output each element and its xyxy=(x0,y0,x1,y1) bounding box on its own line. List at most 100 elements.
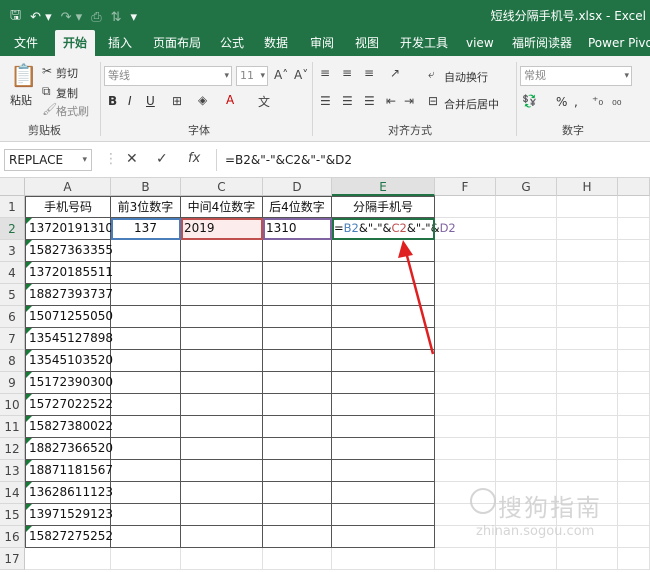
cell-e13[interactable] xyxy=(332,460,435,482)
empty-cell[interactable] xyxy=(435,438,496,460)
row-header[interactable]: 3 xyxy=(0,240,25,262)
cell-c16[interactable] xyxy=(181,526,263,548)
decrease-decimal-icon[interactable]: ₀₀ xyxy=(612,94,622,108)
empty-cell[interactable] xyxy=(618,416,650,438)
empty-cell[interactable] xyxy=(435,394,496,416)
empty-cell[interactable] xyxy=(618,460,650,482)
empty-cell[interactable] xyxy=(435,218,496,240)
cell-e5[interactable] xyxy=(332,284,435,306)
empty-cell[interactable] xyxy=(557,438,618,460)
empty-cell[interactable] xyxy=(435,460,496,482)
cell-d12[interactable] xyxy=(263,438,332,460)
cell-c2[interactable]: 2019 xyxy=(181,218,263,240)
number-format-select[interactable]: 常规 ▾ xyxy=(520,66,632,86)
column-header-i[interactable] xyxy=(618,178,650,196)
cancel-icon[interactable]: ✕ xyxy=(126,151,138,167)
empty-cell[interactable] xyxy=(557,284,618,306)
cell-c1[interactable]: 中间4位数字 xyxy=(181,196,263,218)
cell-c3[interactable] xyxy=(181,240,263,262)
paste-button[interactable]: 粘贴 xyxy=(10,92,32,108)
print-preview-icon[interactable]: ⎙ xyxy=(91,10,101,25)
empty-cell[interactable] xyxy=(435,284,496,306)
empty-cell[interactable] xyxy=(557,240,618,262)
cell-d5[interactable] xyxy=(263,284,332,306)
row-header[interactable]: 5 xyxy=(0,284,25,306)
cell-b9[interactable] xyxy=(111,372,181,394)
align-center-icon[interactable]: ☰ xyxy=(342,94,353,108)
empty-cell[interactable] xyxy=(496,306,557,328)
shrink-font-icon[interactable]: A˅ xyxy=(294,68,308,82)
row-header[interactable]: 17 xyxy=(0,548,25,570)
cell-a1[interactable]: 手机号码 xyxy=(25,196,111,218)
cell-a4[interactable]: 13720185511 xyxy=(25,262,113,284)
empty-cell[interactable] xyxy=(435,350,496,372)
tab-foxit-reader[interactable]: 福昕阅读器 xyxy=(512,30,572,56)
row-header[interactable]: 11 xyxy=(0,416,25,438)
wrap-text-button[interactable]: 自动换行 xyxy=(444,69,488,85)
increase-decimal-icon[interactable]: ⁺₀ xyxy=(592,94,603,108)
align-bottom-icon[interactable]: ≡ xyxy=(364,66,374,80)
empty-cell[interactable] xyxy=(557,416,618,438)
cell-c14[interactable] xyxy=(181,482,263,504)
align-right-icon[interactable]: ☰ xyxy=(364,94,375,108)
row-header[interactable]: 6 xyxy=(0,306,25,328)
percent-button[interactable]: % xyxy=(556,95,567,109)
cell-b4[interactable] xyxy=(111,262,181,284)
row-header[interactable]: 1 xyxy=(0,196,25,218)
column-header-d[interactable]: D xyxy=(263,178,332,196)
cell-b8[interactable] xyxy=(111,350,181,372)
name-box[interactable]: REPLACE ▾ xyxy=(4,149,92,171)
paste-icon[interactable]: 📋 xyxy=(10,64,37,89)
row-header[interactable]: 9 xyxy=(0,372,25,394)
tab-data[interactable]: 数据 xyxy=(264,30,288,56)
row-header[interactable]: 12 xyxy=(0,438,25,460)
cell-b3[interactable] xyxy=(111,240,181,262)
cell-d4[interactable] xyxy=(263,262,332,284)
empty-cell[interactable] xyxy=(557,394,618,416)
empty-cell[interactable] xyxy=(435,328,496,350)
cell-b7[interactable] xyxy=(111,328,181,350)
cell-c10[interactable] xyxy=(181,394,263,416)
cell-b13[interactable] xyxy=(111,460,181,482)
empty-cell[interactable] xyxy=(618,240,650,262)
redo-icon[interactable]: ↷ ▾ xyxy=(61,10,83,25)
formula-input[interactable]: =B2&"-"&C2&"-"&D2 xyxy=(216,149,646,171)
currency-icon[interactable]: 💱 xyxy=(522,94,537,108)
cell-c6[interactable] xyxy=(181,306,263,328)
cell-c8[interactable] xyxy=(181,350,263,372)
cell-d1[interactable]: 后4位数字 xyxy=(263,196,332,218)
empty-cell[interactable] xyxy=(496,328,557,350)
row-header[interactable]: 14 xyxy=(0,482,25,504)
undo-icon[interactable]: ↶ ▾ xyxy=(30,10,52,25)
cell-d2[interactable]: 1310 xyxy=(263,218,332,240)
tab-review[interactable]: 审阅 xyxy=(310,30,334,56)
cell-d15[interactable] xyxy=(263,504,332,526)
cell-a8[interactable]: 13545103520 xyxy=(25,350,113,372)
cell-e8[interactable] xyxy=(332,350,435,372)
cell-a11[interactable]: 15827380022 xyxy=(25,416,113,438)
font-size-select[interactable]: 11 ▾ xyxy=(236,66,268,86)
increase-indent-icon[interactable]: ⇥ xyxy=(404,94,414,108)
tab-view-en[interactable]: view xyxy=(466,30,494,56)
decrease-indent-icon[interactable]: ⇤ xyxy=(386,94,396,108)
select-all-corner[interactable] xyxy=(0,178,25,196)
cell-c4[interactable] xyxy=(181,262,263,284)
empty-cell[interactable] xyxy=(557,262,618,284)
cell-b10[interactable] xyxy=(111,394,181,416)
cell-d6[interactable] xyxy=(263,306,332,328)
column-header-e[interactable]: E xyxy=(332,178,435,196)
column-header-b[interactable]: B xyxy=(111,178,181,196)
cell-a3[interactable]: 15827363355 xyxy=(25,240,113,262)
sort-icon[interactable]: ⇅ xyxy=(111,10,122,25)
insert-function-icon[interactable]: fx xyxy=(188,151,200,166)
fill-color-icon[interactable]: ◈ xyxy=(198,93,207,107)
cell-c5[interactable] xyxy=(181,284,263,306)
column-header-f[interactable]: F xyxy=(435,178,496,196)
empty-cell[interactable] xyxy=(618,218,650,240)
row-header[interactable]: 2 xyxy=(0,218,25,240)
column-header-g[interactable]: G xyxy=(496,178,557,196)
row-header[interactable]: 4 xyxy=(0,262,25,284)
cell-b12[interactable] xyxy=(111,438,181,460)
cell-e12[interactable] xyxy=(332,438,435,460)
empty-cell[interactable] xyxy=(618,328,650,350)
